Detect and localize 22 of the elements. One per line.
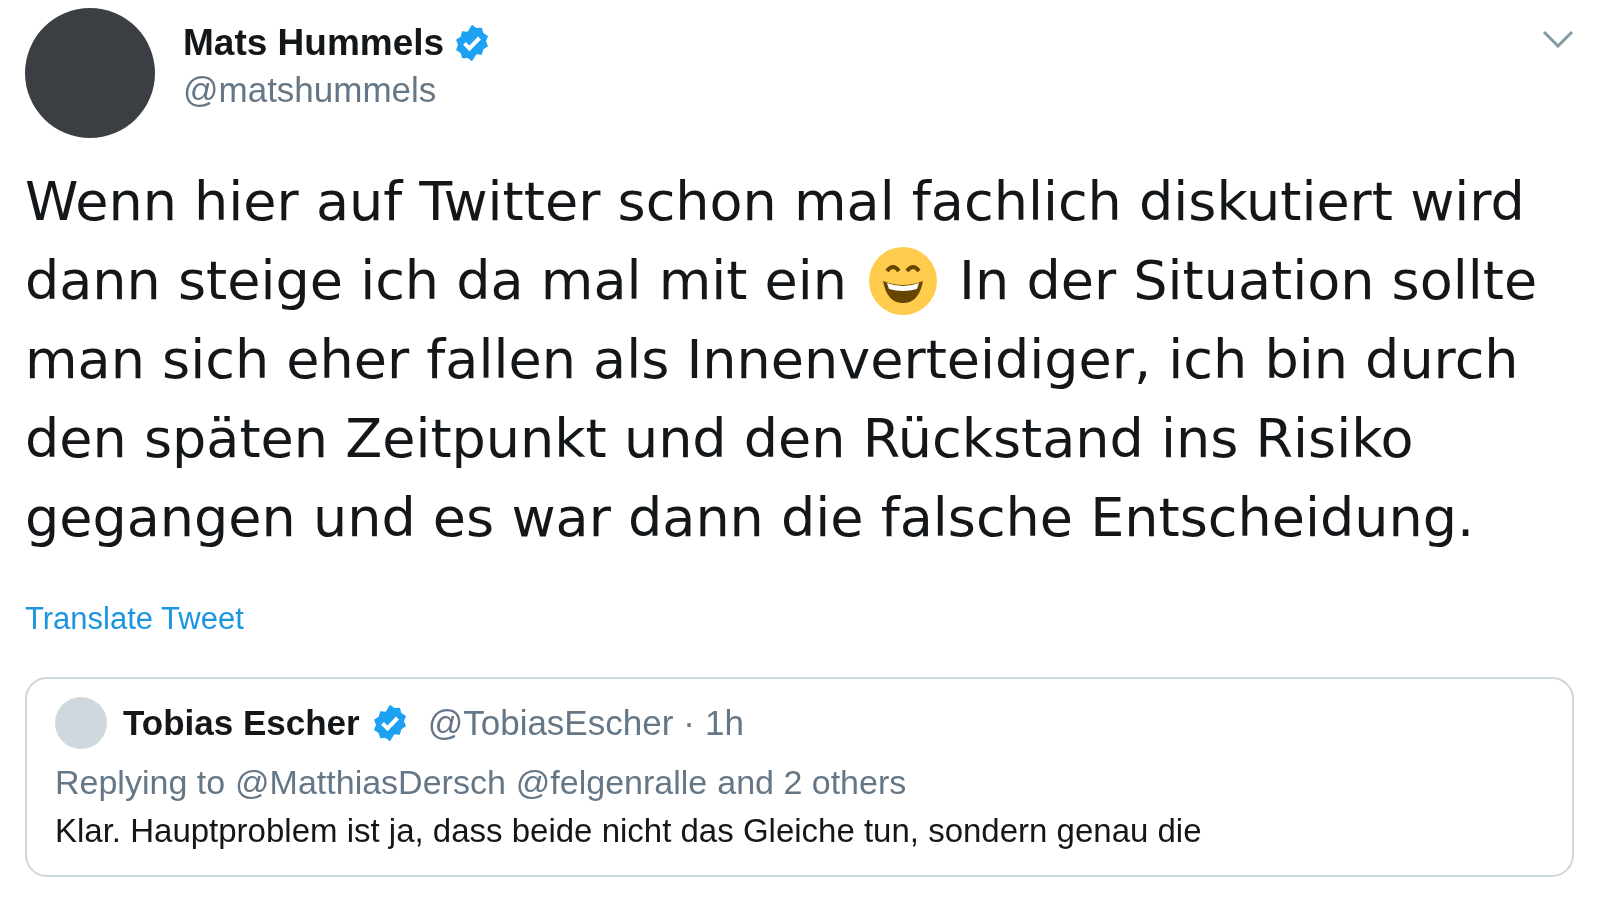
replying-to-label: Replying to bbox=[55, 763, 226, 802]
author-name[interactable]: Mats Hummels bbox=[183, 22, 445, 64]
tweet-text: Wenn hier auf Twitter schon mal fachlich diskutiert wird bbox=[25, 170, 1525, 233]
tweet-text: dann steige ich da mal mit ein bbox=[25, 249, 848, 312]
tweet-text: den späten Zeitpunkt und den Rückstand ins Risiko bbox=[25, 407, 1414, 470]
tweet-text: gegangen und es war dann die falsche Entscheidung. bbox=[25, 486, 1475, 549]
quoted-tweet-text: Klar. Hauptproblem ist ja, dass beide nicht das Gleiche tun, sondern genau die bbox=[55, 812, 1203, 850]
chevron-down-icon[interactable] bbox=[1542, 30, 1574, 48]
grinning-face-icon bbox=[867, 244, 940, 317]
mention-link[interactable]: @felgenralle bbox=[515, 763, 708, 802]
author-handle[interactable]: @matshummels bbox=[183, 70, 437, 110]
separator-dot: · bbox=[683, 703, 695, 743]
quoted-tweet-time: 1h bbox=[704, 703, 744, 743]
quoted-author-handle: @TobiasEscher bbox=[427, 703, 674, 743]
quoted-tweet-card[interactable]: Tobias Escher @TobiasEscher · 1h Replying to @MatthiasDersch @felgenralle and 2 others Klar. Hauptproblem ist ja, dass beide nicht das Gleiche tun, sondern genau die bbox=[25, 677, 1574, 877]
translate-tweet-link[interactable]: Translate Tweet bbox=[25, 601, 244, 637]
mention-link[interactable]: @MatthiasDersch bbox=[235, 763, 506, 802]
tweet-text: In der Situation sollte bbox=[959, 249, 1538, 312]
quoted-author-name: Tobias Escher bbox=[123, 703, 360, 743]
quoted-avatar-placeholder bbox=[55, 697, 107, 749]
others-label: and 2 others bbox=[717, 763, 907, 802]
tweet-text: man sich eher fallen als Innenverteidiger, ich bin durch bbox=[25, 328, 1519, 391]
